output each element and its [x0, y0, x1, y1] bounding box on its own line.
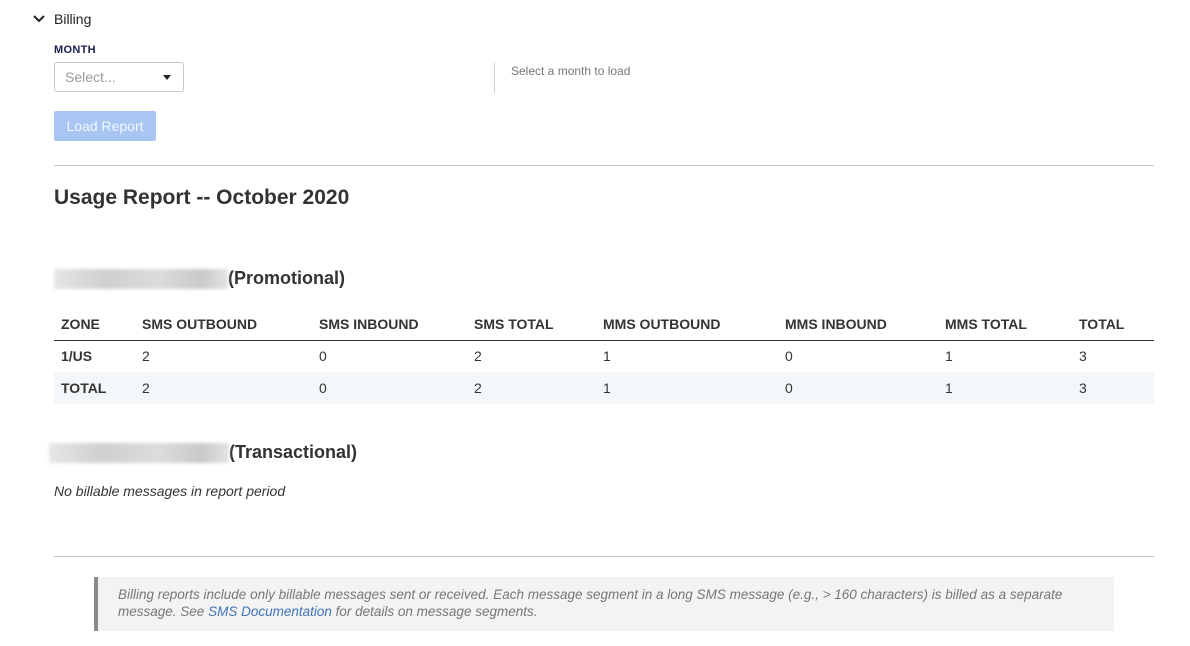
table-cell: 0 [778, 372, 938, 404]
promotional-usage-table: ZONE SMS OUTBOUND SMS INBOUND SMS TOTAL … [54, 308, 1154, 404]
promotional-heading: (Promotional) [54, 268, 345, 289]
chevron-down-icon [33, 15, 45, 23]
redacted-name [49, 442, 229, 463]
column-header: SMS INBOUND [312, 308, 467, 341]
month-label: MONTH [54, 44, 96, 56]
divider [54, 165, 1154, 166]
column-header: SMS TOTAL [467, 308, 596, 341]
table-cell: 2 [474, 348, 482, 365]
table-cell: 1 [938, 372, 1072, 404]
load-report-button[interactable]: Load Report [54, 111, 156, 141]
divider [54, 556, 1154, 557]
column-header: TOTAL [1072, 308, 1154, 341]
table-cell: 2 [467, 372, 596, 404]
table-cell: 2 [135, 372, 312, 404]
column-header: MMS OUTBOUND [596, 308, 778, 341]
table-cell: 1 [603, 348, 611, 365]
table-cell: 1 [596, 372, 778, 404]
table-total-row: TOTAL 2 0 2 1 0 1 3 [54, 372, 1154, 404]
table-cell: 3 [1072, 372, 1154, 404]
table-cell: 2 [142, 348, 150, 365]
column-header: SMS OUTBOUND [135, 308, 312, 341]
redacted-name [54, 268, 228, 289]
table-cell: 0 [785, 348, 793, 365]
column-header: MMS TOTAL [938, 308, 1072, 341]
empty-message: No billable messages in report period [54, 483, 286, 499]
transactional-suffix: (Transactional) [229, 442, 358, 462]
table-cell: 1 [945, 348, 953, 365]
table-cell: 0 [319, 348, 327, 365]
transactional-heading: (Transactional) [49, 442, 357, 463]
note-text: for details on message segments. [331, 604, 538, 619]
table-cell: 3 [1079, 348, 1087, 365]
table-cell: TOTAL [54, 372, 135, 404]
report-title: Usage Report -- October 2020 [54, 186, 350, 209]
table-header-row: ZONE SMS OUTBOUND SMS INBOUND SMS TOTAL … [54, 308, 1154, 341]
section-title: Billing [54, 11, 92, 27]
table-row: 1/US 2 0 2 1 0 1 3 [54, 340, 1154, 372]
month-select-placeholder: Select... [65, 69, 116, 85]
billing-note: Billing reports include only billable me… [94, 577, 1114, 631]
billing-section-toggle[interactable]: Billing [32, 11, 91, 27]
month-select[interactable]: Select... [54, 62, 184, 92]
table-cell: 1/US [61, 348, 93, 365]
promotional-suffix: (Promotional) [228, 268, 345, 288]
caret-down-icon [163, 75, 171, 80]
column-header: ZONE [54, 308, 135, 341]
vertical-divider [494, 63, 495, 93]
column-header: MMS INBOUND [778, 308, 938, 341]
select-hint: Select a month to load [511, 64, 631, 78]
table-cell: 0 [312, 372, 467, 404]
sms-documentation-link[interactable]: SMS Documentation [208, 604, 332, 619]
